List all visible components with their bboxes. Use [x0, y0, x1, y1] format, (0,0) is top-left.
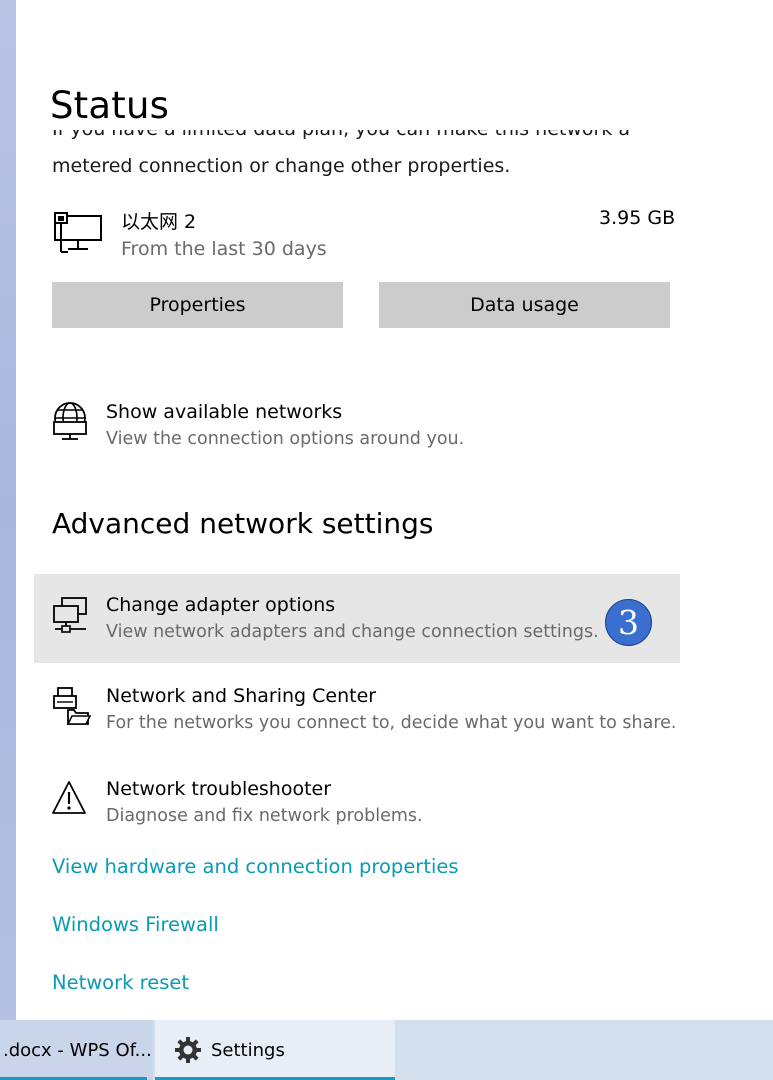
description-line-2: metered connection or change other prope… [52, 155, 511, 177]
status-description: If you have a limited data plan, you can… [52, 130, 692, 182]
network-troubleshooter[interactable]: Network troubleshooter Diagnose and fix … [34, 769, 680, 839]
network-sharing-center[interactable]: Network and Sharing Center For the netwo… [34, 676, 680, 746]
step-number-badge: 3 [605, 599, 652, 646]
page-title: Status [50, 84, 170, 127]
network-sharing-center-subtitle: For the networks you connect to, decide … [106, 713, 677, 733]
network-sharing-center-title: Network and Sharing Center [106, 685, 377, 707]
show-available-networks-title: Show available networks [106, 401, 343, 423]
change-adapter-options-subtitle: View network adapters and change connect… [106, 622, 599, 642]
network-name: 以太网 2 [121, 211, 197, 233]
globe-network-icon [53, 402, 87, 440]
network-usage-period: From the last 30 days [121, 238, 327, 260]
taskbar-settings-label: Settings [211, 1039, 285, 1061]
advanced-settings-heading: Advanced network settings [52, 507, 434, 540]
windows-firewall-link[interactable]: Windows Firewall [52, 913, 219, 936]
data-usage-button[interactable]: Data usage [379, 282, 670, 328]
show-available-networks-subtitle: View the connection options around you. [106, 429, 465, 449]
network-troubleshooter-title: Network troubleshooter [106, 778, 332, 800]
taskbar-settings[interactable]: Settings [155, 1020, 395, 1080]
view-hardware-properties-link[interactable]: View hardware and connection properties [52, 855, 459, 878]
change-adapter-options[interactable]: Change adapter options View network adap… [34, 574, 680, 663]
taskbar-wps-document-label: .docx - WPS Of... [3, 1039, 152, 1061]
network-troubleshooter-subtitle: Diagnose and fix network problems. [106, 806, 423, 826]
ethernet-computer-icon [54, 212, 102, 253]
description-line-1: If you have a limited data plan, you can… [52, 130, 630, 140]
change-adapter-options-title: Change adapter options [106, 594, 336, 616]
window-left-edge [0, 0, 16, 1020]
taskbar-wps-document[interactable]: .docx - WPS Of... [0, 1020, 153, 1080]
adapter-monitor-icon [53, 597, 87, 633]
gear-icon [175, 1037, 201, 1063]
properties-button[interactable]: Properties [52, 282, 343, 328]
taskbar: .docx - WPS Of... Settings [0, 1020, 773, 1080]
show-available-networks[interactable]: Show available networks View the connect… [34, 390, 680, 460]
network-reset-link[interactable]: Network reset [52, 971, 189, 994]
network-usage-amount: 3.95 GB [599, 207, 676, 229]
sharing-center-icon [53, 687, 92, 725]
warning-triangle-icon [52, 781, 86, 814]
